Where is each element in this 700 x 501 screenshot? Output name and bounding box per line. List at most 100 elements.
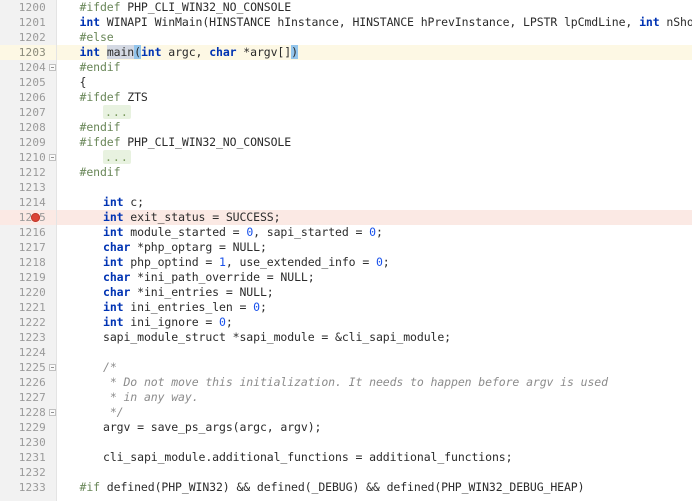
breakpoint-icon[interactable] [31,213,40,222]
code-line[interactable]: 1223 sapi_module_struct *sapi_module = &c… [0,330,700,345]
code-line[interactable]: 1214 int c; [0,195,700,210]
code-text[interactable]: sapi_module_struct *sapi_module = &cli_s… [56,330,451,345]
line-number[interactable]: 1212 [0,165,46,180]
code-text[interactable]: int php_optind = 1, use_extended_info = … [56,255,390,270]
code-line[interactable]: 1228 */ [0,405,700,420]
code-text[interactable]: int c; [56,195,144,210]
code-line[interactable]: 1201 int WINAPI WinMain(HINSTANCE hInstan… [0,15,700,30]
line-number[interactable]: 1217 [0,240,46,255]
line-number[interactable]: 1201 [0,15,46,30]
line-number[interactable]: 1209 [0,135,46,150]
code-line[interactable]: 1221 int ini_entries_len = 0; [0,300,700,315]
code-text[interactable] [56,465,80,480]
code-text[interactable] [56,435,80,450]
line-number[interactable]: 1205 [0,75,46,90]
line-number[interactable]: 1206 [0,90,46,105]
code-text[interactable]: { [56,75,87,90]
line-number[interactable]: 1226 [0,375,46,390]
code-line[interactable]: 1210... [0,150,700,165]
code-text[interactable]: #if defined(PHP_WIN32) && defined(_DEBUG… [56,480,585,495]
code-line[interactable]: 1219 char *ini_path_override = NULL; [0,270,700,285]
code-line[interactable]: 1209 #ifdef PHP_CLI_WIN32_NO_CONSOLE [0,135,700,150]
line-number[interactable]: 1208 [0,120,46,135]
code-text[interactable]: int WINAPI WinMain(HINSTANCE hInstance, … [56,15,700,30]
code-line[interactable]: 1220 char *ini_entries = NULL; [0,285,700,300]
line-number[interactable]: 1216 [0,225,46,240]
line-number[interactable]: 1230 [0,435,46,450]
code-line[interactable]: 1231 cli_sapi_module.additional_functions… [0,450,700,465]
code-text[interactable]: ... [56,150,131,165]
code-line[interactable]: 1205 { [0,75,700,90]
line-number[interactable]: 1231 [0,450,46,465]
line-number[interactable]: 1222 [0,315,46,330]
line-number[interactable]: 1213 [0,180,46,195]
code-text[interactable]: int ini_ignore = 0; [56,315,233,330]
line-number[interactable]: 1218 [0,255,46,270]
code-text[interactable]: cli_sapi_module.additional_functions = a… [56,450,513,465]
code-line[interactable]: 1225 /* [0,360,700,375]
code-text[interactable]: ... [56,105,131,120]
fold-collapse-icon[interactable] [49,154,56,161]
line-number[interactable]: 1203 [0,45,46,60]
code-text[interactable] [56,345,80,360]
code-text[interactable]: #endif [56,165,121,180]
line-number[interactable]: 1214 [0,195,46,210]
code-line[interactable]: 1224 [0,345,700,360]
line-number[interactable]: 1233 [0,480,46,495]
code-text[interactable] [56,180,80,195]
code-text[interactable]: char *ini_path_override = NULL; [56,270,315,285]
code-line[interactable]: 1226 * Do not move this initialization. … [0,375,700,390]
code-text[interactable]: #ifdef PHP_CLI_WIN32_NO_CONSOLE [56,135,292,150]
code-text[interactable]: int main(int argc, char *argv[]) [56,45,298,60]
line-number[interactable]: 1224 [0,345,46,360]
code-text[interactable]: * Do not move this initialization. It ne… [56,375,608,390]
code-text[interactable]: #ifdef ZTS [56,90,148,105]
line-number[interactable]: 1232 [0,465,46,480]
code-line[interactable]: 1207... [0,105,700,120]
code-line[interactable]: 1227 * in any way. [0,390,700,405]
code-text[interactable]: * in any way. [56,390,199,405]
code-line[interactable]: 1213 [0,180,700,195]
line-number[interactable]: 1219 [0,270,46,285]
code-line[interactable]: 1218 int php_optind = 1, use_extended_inf… [0,255,700,270]
fold-collapse-icon[interactable] [49,364,56,371]
code-line[interactable]: 1222 int ini_ignore = 0; [0,315,700,330]
code-line[interactable]: 1215int exit_status = SUCCESS; [0,210,700,225]
line-number[interactable]: 1225 [0,360,46,375]
code-line[interactable]: 1233 #if defined(PHP_WIN32) && defined(_D… [0,480,700,495]
vertical-scrollbar-track[interactable] [692,0,700,501]
code-line[interactable]: 1216 int module_started = 0, sapi_started… [0,225,700,240]
code-text[interactable]: int exit_status = SUCCESS; [56,210,281,225]
code-text[interactable]: int module_started = 0, sapi_started = 0… [56,225,383,240]
code-text[interactable]: int ini_entries_len = 0; [56,300,267,315]
line-number[interactable]: 1229 [0,420,46,435]
line-number[interactable]: 1204 [0,60,46,75]
code-text[interactable]: #ifdef PHP_CLI_WIN32_NO_CONSOLE [56,0,292,15]
code-line[interactable]: 1232 [0,465,700,480]
code-text[interactable]: /* [56,360,117,375]
line-number[interactable]: 1200 [0,0,46,15]
line-number[interactable]: 1202 [0,30,46,45]
line-number[interactable]: 1223 [0,330,46,345]
code-line[interactable]: 1204 #endif [0,60,700,75]
line-number[interactable]: 1207 [0,105,46,120]
code-text[interactable]: char *ini_entries = NULL; [56,285,274,300]
code-line[interactable]: 1230 [0,435,700,450]
code-text[interactable]: argv = save_ps_args(argc, argv); [56,420,321,435]
code-line[interactable]: 1202 #else [0,30,700,45]
code-line[interactable]: 1217 char *php_optarg = NULL; [0,240,700,255]
code-line[interactable]: 1212 #endif [0,165,700,180]
code-editor[interactable]: 1200 #ifdef PHP_CLI_WIN32_NO_CONSOLE 1201 i… [0,0,700,501]
code-line[interactable]: 1208 #endif [0,120,700,135]
code-text[interactable]: #endif [56,120,121,135]
code-text[interactable]: #else [56,30,114,45]
fold-collapse-icon[interactable] [49,64,56,71]
code-text[interactable]: #endif [56,60,121,75]
code-line[interactable]: 1200 #ifdef PHP_CLI_WIN32_NO_CONSOLE [0,0,700,15]
line-number[interactable]: 1228 [0,405,46,420]
line-number[interactable]: 1210 [0,150,46,165]
code-text[interactable]: */ [56,405,124,420]
line-number[interactable]: 1220 [0,285,46,300]
fold-collapse-icon[interactable] [49,409,56,416]
code-line[interactable]: 1206 #ifdef ZTS [0,90,700,105]
